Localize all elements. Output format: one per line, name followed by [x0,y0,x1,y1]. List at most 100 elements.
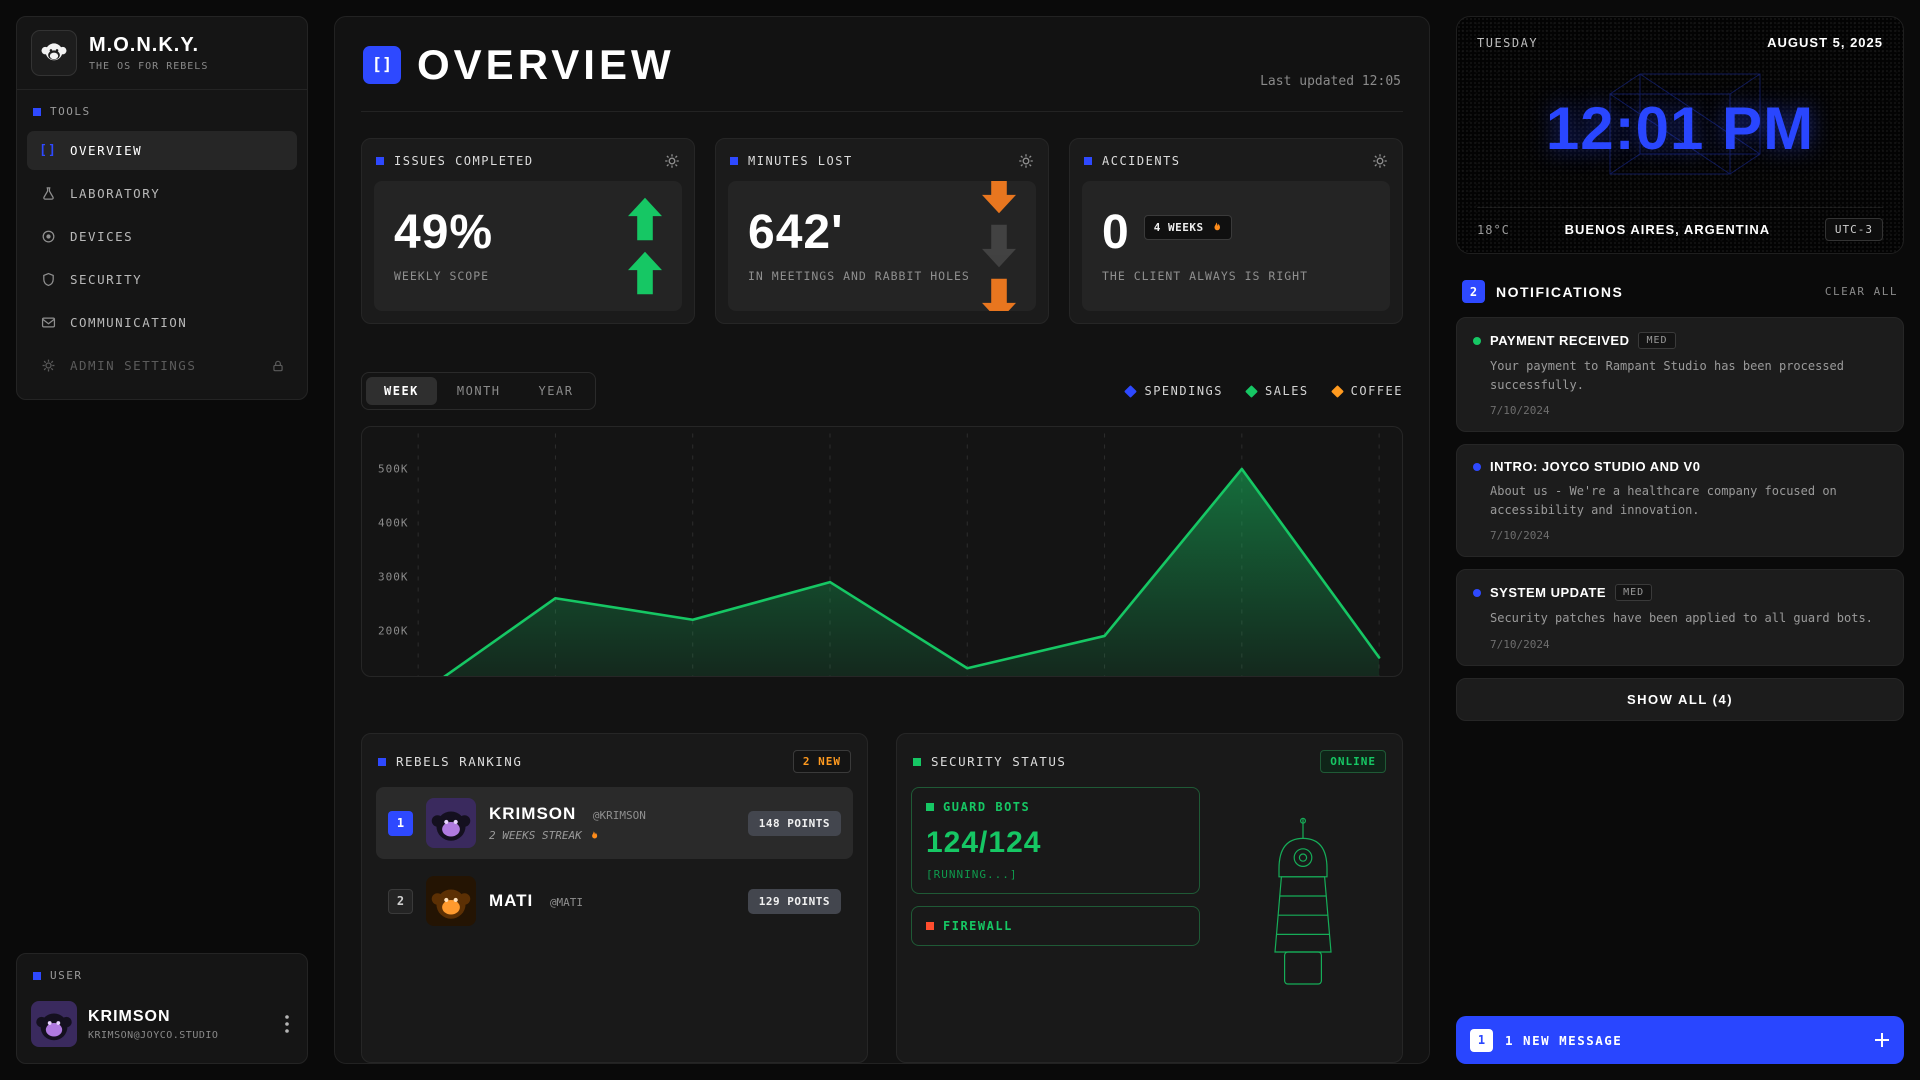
sidebar-nav-card: M.O.N.K.Y. THE OS FOR REBELS TOOLS [] OV… [16,16,308,400]
stat-card-minutes-lost: MINUTES LOST 642' IN MEETINGS AND RABBIT… [715,138,1049,324]
notification-body: Security patches have been applied to al… [1490,609,1887,628]
flask-icon [39,186,57,201]
module-marker [926,803,934,811]
blue-square-marker [33,108,41,116]
tools-section-label: TOOLS [17,90,307,127]
notification-title: INTRO: JOYCO STUDIO AND V0 [1490,459,1700,474]
monkey-logo-icon [31,30,77,76]
stat-value-panel: 0 4 WEEKS THE CLIENT ALWAYS IS RIGHT [1082,181,1390,311]
y-axis-tick: 500K [378,462,409,475]
diamond-marker-icon [1245,385,1258,398]
show-all-button[interactable]: SHOW ALL (4) [1456,678,1904,721]
streak-badge: 4 WEEKS [1144,215,1232,240]
notification-body: Your payment to Rampant Studio has been … [1490,357,1887,394]
chart-toolbar: WEEK MONTH YEAR SPENDINGS SALES COFFEE [361,372,1403,410]
sidebar: M.O.N.K.Y. THE OS FOR REBELS TOOLS [] OV… [16,16,308,1064]
rebel-name: MATI [489,891,533,910]
rebel-name: KRIMSON [489,804,576,823]
notification-title: SYSTEM UPDATE [1490,585,1606,600]
notifications-header: 2 NOTIFICATIONS CLEAR ALL [1462,280,1898,303]
clock-time: 12:01 PM [1546,94,1814,163]
sidebar-item-communication[interactable]: COMMUNICATION [27,303,297,342]
stat-card-issues-completed: ISSUES COMPLETED 49% WEEKLY SCOPE [361,138,695,324]
stat-title: ACCIDENTS [1102,154,1181,168]
weekday-label: TUESDAY [1477,36,1538,50]
tab-week[interactable]: WEEK [366,377,437,405]
page-title: OVERVIEW [417,41,675,89]
clear-all-button[interactable]: CLEAR ALL [1825,285,1898,298]
brackets-icon: [] [363,46,401,84]
mail-icon [39,315,57,330]
target-icon [39,229,57,244]
rebels-ranking-card: REBELS RANKING 2 NEW 1 [361,733,868,1063]
location-label: BUENOS AIRES, ARGENTINA [1565,222,1771,237]
stat-subtitle: IN MEETINGS AND RABBIT HOLES [748,269,1016,283]
notification-body: About us - We're a healthcare company fo… [1490,482,1887,519]
sidebar-item-admin-settings[interactable]: ADMIN SETTINGS [27,346,297,385]
blue-square-marker [33,972,41,980]
tab-year[interactable]: YEAR [521,377,592,405]
temperature-label: 18°C [1477,223,1510,237]
stat-subtitle: WEEKLY SCOPE [394,269,662,283]
shield-icon [39,272,57,287]
blue-square-marker [376,157,384,165]
module-guard-bots: GUARD BOTS 124/124 [RUNNING...] [911,787,1200,894]
rebel-handle: @MATI [550,896,583,909]
user-email: KRIMSON@JOYCO.STUDIO [88,1030,218,1041]
gear-icon[interactable] [1018,153,1034,169]
legend-coffee[interactable]: COFFEE [1333,384,1403,398]
stats-row: ISSUES COMPLETED 49% WEEKLY SCOPE MINUTE… [361,138,1403,324]
user-name: KRIMSON [88,1008,218,1026]
diamond-marker-icon [1331,385,1344,398]
stat-value-panel: 642' IN MEETINGS AND RABBIT HOLES [728,181,1036,311]
ranking-row-1[interactable]: 1 KRIMSON @KRIMSON [376,787,853,859]
stat-subtitle: THE CLIENT ALWAYS IS RIGHT [1102,269,1370,283]
gear-icon[interactable] [664,153,680,169]
flame-icon [1210,221,1222,234]
security-title: SECURITY STATUS [931,754,1066,769]
user-section-label: USER [17,954,307,991]
status-dot [1473,337,1481,345]
notification-system-update[interactable]: SYSTEM UPDATE MED Security patches have … [1456,569,1904,666]
clock-card: TUESDAY AUGUST 5, 2025 12:01 PM 18°C [1456,16,1904,254]
priority-badge: MED [1638,332,1675,349]
message-count-badge: 1 [1470,1029,1493,1052]
last-updated-label: Last updated 12:05 [1260,74,1401,89]
notification-date: 7/10/2024 [1490,529,1887,542]
guard-bots-status: [RUNNING...] [926,868,1185,881]
notification-payment-received[interactable]: PAYMENT RECEIVED MED Your payment to Ram… [1456,317,1904,432]
main-content: [] OVERVIEW Last updated 12:05 ISSUES CO… [334,16,1430,1064]
rank-number: 2 [388,889,413,914]
notification-intro[interactable]: INTRO: JOYCO STUDIO AND V0 About us - We… [1456,444,1904,557]
chart-legend: SPENDINGS SALES COFFEE [1126,384,1403,398]
stat-title: MINUTES LOST [748,154,853,168]
bottom-row: REBELS RANKING 2 NEW 1 [361,733,1403,1063]
sidebar-item-security[interactable]: SECURITY [27,260,297,299]
ranking-row-2[interactable]: 2 MATI @MATI [376,865,853,937]
avatar [426,798,476,848]
stat-value: 642' [748,209,1016,257]
stat-title: ISSUES COMPLETED [394,154,534,168]
online-badge: ONLINE [1320,750,1386,773]
tab-month[interactable]: MONTH [439,377,519,405]
kebab-menu-icon[interactable] [281,1011,293,1037]
timezone-chip: UTC-3 [1825,218,1883,241]
gear-icon[interactable] [1372,153,1388,169]
stat-value: 49% [394,209,662,257]
legend-sales[interactable]: SALES [1247,384,1309,398]
streak-label: 2 WEEKS STREAK [489,829,646,842]
y-axis-tick: 400K [378,516,409,529]
rebel-handle: @KRIMSON [593,809,646,822]
new-message-bar[interactable]: 1 1 NEW MESSAGE [1456,1016,1904,1064]
sidebar-item-devices[interactable]: DEVICES [27,217,297,256]
sidebar-item-laboratory[interactable]: LABORATORY [27,174,297,213]
sidebar-item-overview[interactable]: [] OVERVIEW [27,131,297,170]
points-badge: 148 POINTS [748,811,841,836]
status-dot [1473,589,1481,597]
chart-range-tabs: WEEK MONTH YEAR [361,372,596,410]
notifications-count-badge: 2 [1462,280,1485,303]
plus-icon[interactable] [1874,1032,1890,1048]
legend-spendings[interactable]: SPENDINGS [1126,384,1223,398]
stat-value: 0 [1102,209,1130,257]
blue-square-marker [378,758,386,766]
